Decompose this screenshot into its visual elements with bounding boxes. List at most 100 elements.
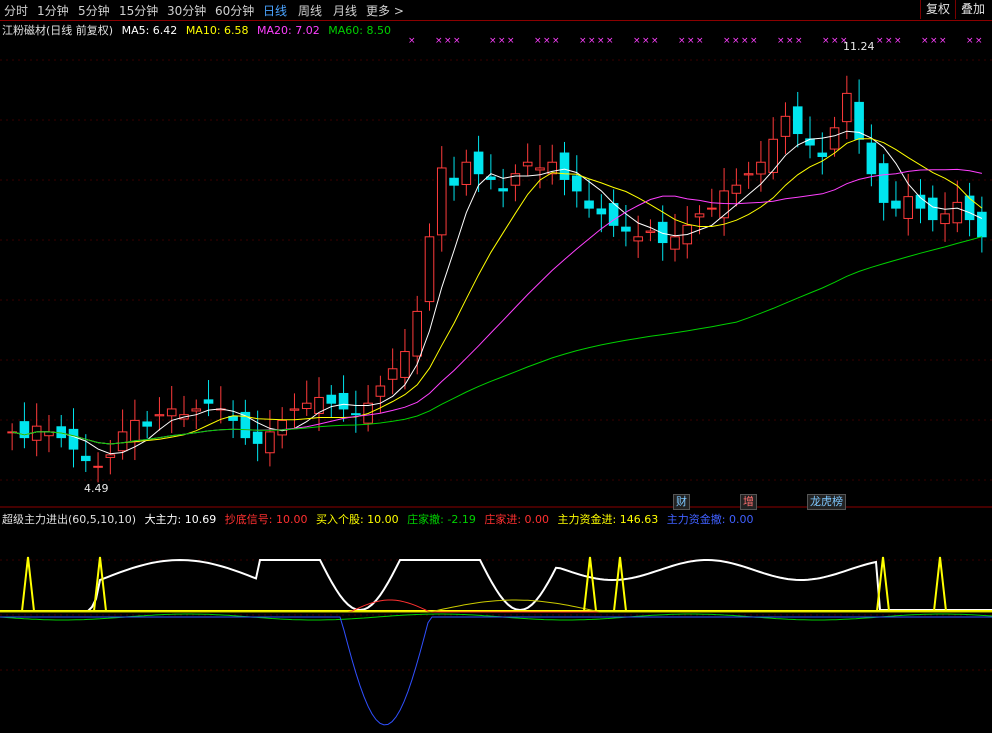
candle-up — [731, 184, 742, 194]
signal-marker: × — [408, 36, 416, 46]
signal-marker: × — [876, 36, 884, 46]
kline-chart[interactable]: × × × × × × × × × × × × × × × × × × × × × × × × × × × × × × × × × × × × × × — [0, 0, 992, 733]
candle-up — [191, 408, 202, 412]
candle-down — [584, 200, 594, 209]
ma10-line — [11, 138, 983, 445]
candle-up — [31, 425, 42, 441]
candle-up — [154, 414, 165, 417]
signal-marker: × — [579, 36, 587, 46]
candle-down — [486, 176, 496, 180]
candle-down — [56, 426, 67, 439]
signal-marker: × — [777, 36, 785, 46]
chaodi-label: 抄底信号: 10.00 — [224, 513, 308, 526]
signal-marker: × — [966, 36, 974, 46]
candle-up — [743, 173, 754, 176]
candle-up — [694, 213, 705, 218]
candle-down — [80, 455, 91, 462]
candle-up — [670, 236, 680, 250]
candle-up — [522, 161, 533, 167]
candle-up — [375, 385, 386, 397]
candle-down — [498, 188, 508, 192]
signal-marker: × — [678, 36, 686, 46]
signal-marker: × — [489, 36, 497, 46]
candle-up — [842, 92, 852, 123]
candle-down — [927, 197, 938, 221]
candle-up — [535, 167, 545, 171]
indicator-legend: 超级主力进出(60,5,10,10) 大主力: 10.69 抄底信号: 10.0… — [2, 511, 758, 527]
signal-marker: × — [750, 36, 758, 46]
candle-down — [68, 428, 79, 450]
zengfa-marker[interactable]: 增 — [740, 494, 757, 510]
candle-down — [866, 142, 877, 175]
zijinjin-label: 主力资金进: 146.63 — [557, 513, 659, 526]
candle-up — [105, 454, 116, 458]
longhubang-marker[interactable]: 龙虎榜 — [807, 494, 846, 510]
signal-marker: × — [606, 36, 614, 46]
candle-up — [400, 351, 410, 378]
zijinsan-line — [0, 616, 992, 726]
signal-marker: × — [651, 36, 659, 46]
candle-up — [436, 167, 447, 236]
candle-down — [977, 211, 987, 238]
candle-up — [301, 402, 312, 410]
signal-marker: × — [498, 36, 506, 46]
signal-marker: × — [507, 36, 515, 46]
zhuangjin-label: 庄家进: 0.00 — [484, 513, 550, 526]
candle-down — [351, 413, 361, 416]
signal-marker: × — [588, 36, 596, 46]
candle-up — [768, 138, 778, 173]
candle-down — [203, 399, 214, 404]
candle-up — [265, 431, 275, 454]
candle-up — [707, 207, 717, 210]
signal-marker: × — [552, 36, 560, 46]
zhuangsan-label: 庄家撤: -2.19 — [407, 513, 476, 526]
signal-marker: × — [786, 36, 794, 46]
signal-marker: × — [885, 36, 893, 46]
candle-up — [93, 465, 103, 468]
candle-up — [645, 230, 656, 233]
high-price-label: 11.24 — [843, 40, 875, 53]
candle-up — [952, 201, 963, 224]
signal-marker: × — [921, 36, 929, 46]
dazhuli-label: 大主力: 10.69 — [144, 513, 217, 526]
signal-marker: × — [741, 36, 749, 46]
ma20-line — [11, 168, 983, 445]
candle-down — [326, 394, 337, 404]
candle-down — [571, 175, 582, 192]
signal-marker: × — [696, 36, 704, 46]
signal-marker: × — [642, 36, 650, 46]
candle-up — [289, 408, 300, 411]
buy-signal-spike — [613, 556, 627, 612]
signal-marker: × — [930, 36, 938, 46]
signal-marker: × — [687, 36, 695, 46]
candle-down — [964, 195, 975, 221]
candle-up — [903, 196, 914, 219]
candle-up — [387, 368, 398, 380]
candle-up — [130, 419, 140, 443]
candle-up — [940, 213, 950, 225]
zijinsan-label: 主力资金撤: 0.00 — [666, 513, 754, 526]
candle-up — [424, 236, 435, 303]
candle-down — [142, 421, 152, 427]
signal-marker: × — [831, 36, 839, 46]
candle-down — [473, 151, 484, 175]
mairu-label: 买入个股: 10.00 — [315, 513, 399, 526]
candle-down — [252, 431, 263, 444]
caibao-marker[interactable]: 财 — [673, 494, 690, 510]
low-price-label: 4.49 — [84, 482, 109, 495]
signal-marker: × — [435, 36, 443, 46]
signal-marker: × — [444, 36, 452, 46]
candle-down — [792, 106, 803, 135]
candle-up — [461, 161, 472, 185]
candle-up — [756, 161, 766, 175]
candle-down — [878, 163, 889, 203]
signal-marker: × — [975, 36, 983, 46]
signal-marker: × — [543, 36, 551, 46]
candle-down — [817, 152, 828, 157]
candle-down — [891, 200, 901, 209]
signal-marker: × — [795, 36, 803, 46]
candle-up — [829, 127, 840, 150]
signal-marker: × — [939, 36, 947, 46]
signal-marker: × — [597, 36, 605, 46]
candle-down — [449, 177, 459, 186]
